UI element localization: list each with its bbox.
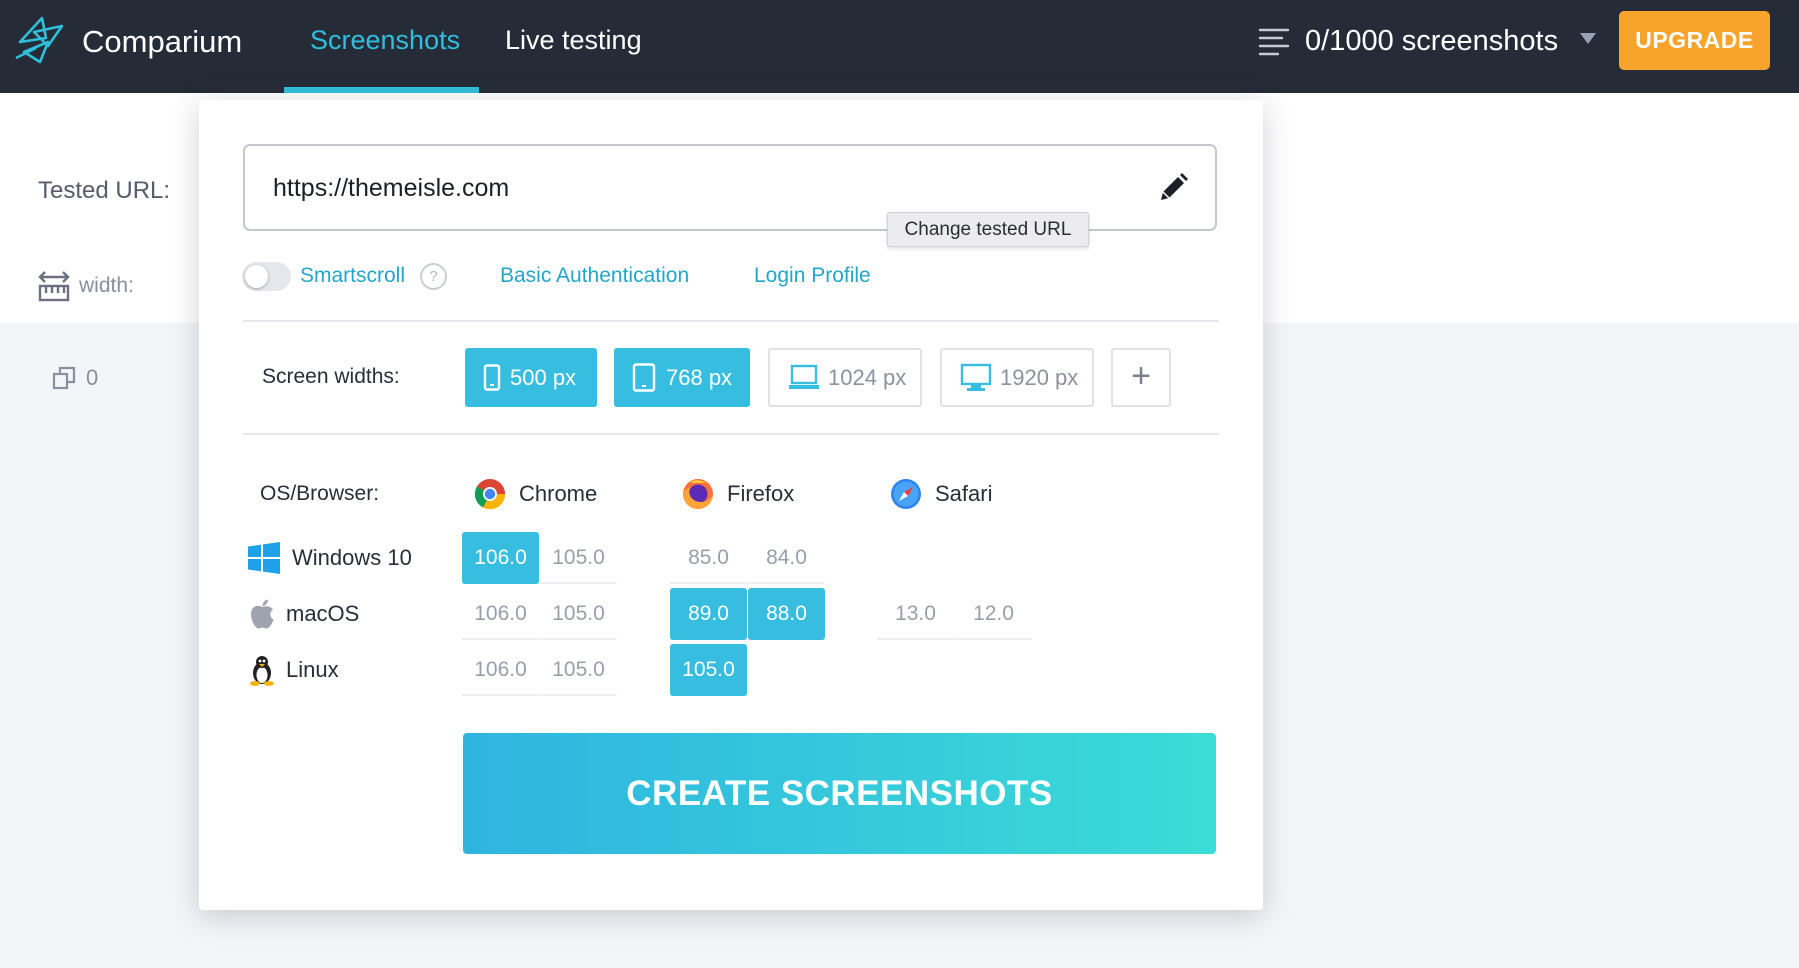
copy-icon <box>52 366 76 390</box>
width-768-button[interactable]: 768 px <box>614 348 750 407</box>
change-url-tooltip: Change tested URL <box>887 212 1089 247</box>
version-windows-firefox-84[interactable]: 84.0 <box>748 532 825 584</box>
apple-icon <box>251 599 274 629</box>
width-label: 768 px <box>666 365 733 390</box>
version-macos-chrome-106[interactable]: 106.0 <box>462 588 539 640</box>
smartscroll-label[interactable]: Smartscroll <box>300 259 405 293</box>
os-name-macos: macOS <box>286 601 360 626</box>
help-icon[interactable]: ? <box>420 263 447 290</box>
os-browser-label: OS/Browser: <box>260 482 380 505</box>
basic-authentication-link[interactable]: Basic Authentication <box>500 259 689 293</box>
browser-name-safari: Safari <box>935 481 993 506</box>
version-windows-chrome-105[interactable]: 105.0 <box>540 532 617 584</box>
phone-icon <box>483 364 501 391</box>
divider <box>243 320 1219 322</box>
width-label: width: <box>79 274 134 297</box>
toggle-knob <box>245 265 268 288</box>
pencil-icon[interactable] <box>1157 172 1189 204</box>
version-linux-firefox-105[interactable]: 105.0 <box>670 644 747 696</box>
version-macos-safari-13[interactable]: 13.0 <box>877 588 954 640</box>
monitor-icon <box>960 363 992 391</box>
brand-name[interactable]: Comparium <box>82 22 242 62</box>
firefox-icon <box>683 479 713 509</box>
laptop-icon <box>789 364 819 389</box>
smartscroll-toggle[interactable] <box>242 262 291 291</box>
width-label: 500 px <box>510 365 577 390</box>
tablet-icon <box>632 363 656 392</box>
version-linux-chrome-106[interactable]: 106.0 <box>462 644 539 696</box>
os-name-linux: Linux <box>286 657 339 682</box>
screenshot-count: 0 <box>86 365 99 390</box>
upgrade-button[interactable]: UPGRADE <box>1619 11 1770 70</box>
width-label: 1024 px <box>828 365 907 390</box>
version-macos-safari-12[interactable]: 12.0 <box>955 588 1032 640</box>
width-500-button[interactable]: 500 px <box>465 348 597 407</box>
screenshot-quota[interactable]: 0/1000 screenshots <box>1305 20 1558 62</box>
safari-icon <box>891 479 921 509</box>
version-macos-firefox-89[interactable]: 89.0 <box>670 588 747 640</box>
login-profile-link[interactable]: Login Profile <box>754 259 871 293</box>
version-windows-chrome-106[interactable]: 106.0 <box>462 532 539 584</box>
tab-screenshots[interactable]: Screenshots <box>310 20 460 60</box>
chrome-icon <box>474 479 506 510</box>
linux-icon <box>250 656 274 686</box>
version-windows-firefox-85[interactable]: 85.0 <box>670 532 747 584</box>
width-1024-button[interactable]: 1024 px <box>768 348 922 407</box>
tested-url-label: Tested URL: <box>38 177 171 204</box>
windows-icon <box>248 542 280 574</box>
create-screenshots-button[interactable]: CREATE SCREENSHOTS <box>463 733 1216 854</box>
width-label: 1920 px <box>1000 365 1079 390</box>
tested-url-value[interactable]: https://themeisle.com <box>273 170 509 206</box>
browser-name-firefox: Firefox <box>727 481 795 506</box>
add-width-button[interactable]: + <box>1111 348 1171 407</box>
width-1920-button[interactable]: 1920 px <box>940 348 1094 407</box>
tab-live-testing[interactable]: Live testing <box>505 20 642 60</box>
comparium-logo-icon[interactable] <box>12 12 70 70</box>
screen-widths-label: Screen widths: <box>262 365 400 388</box>
divider <box>243 433 1219 435</box>
version-macos-chrome-105[interactable]: 105.0 <box>540 588 617 640</box>
menu-lines-icon[interactable] <box>1258 26 1290 58</box>
top-navbar: Comparium Screenshots Live testing 0/100… <box>0 0 1799 93</box>
width-ruler-icon <box>38 271 70 302</box>
browser-name-chrome: Chrome <box>519 481 598 506</box>
version-macos-firefox-88[interactable]: 88.0 <box>748 588 825 640</box>
chevron-down-icon[interactable] <box>1580 33 1596 44</box>
version-linux-chrome-105[interactable]: 105.0 <box>540 644 617 696</box>
os-name-windows: Windows 10 <box>292 545 412 570</box>
